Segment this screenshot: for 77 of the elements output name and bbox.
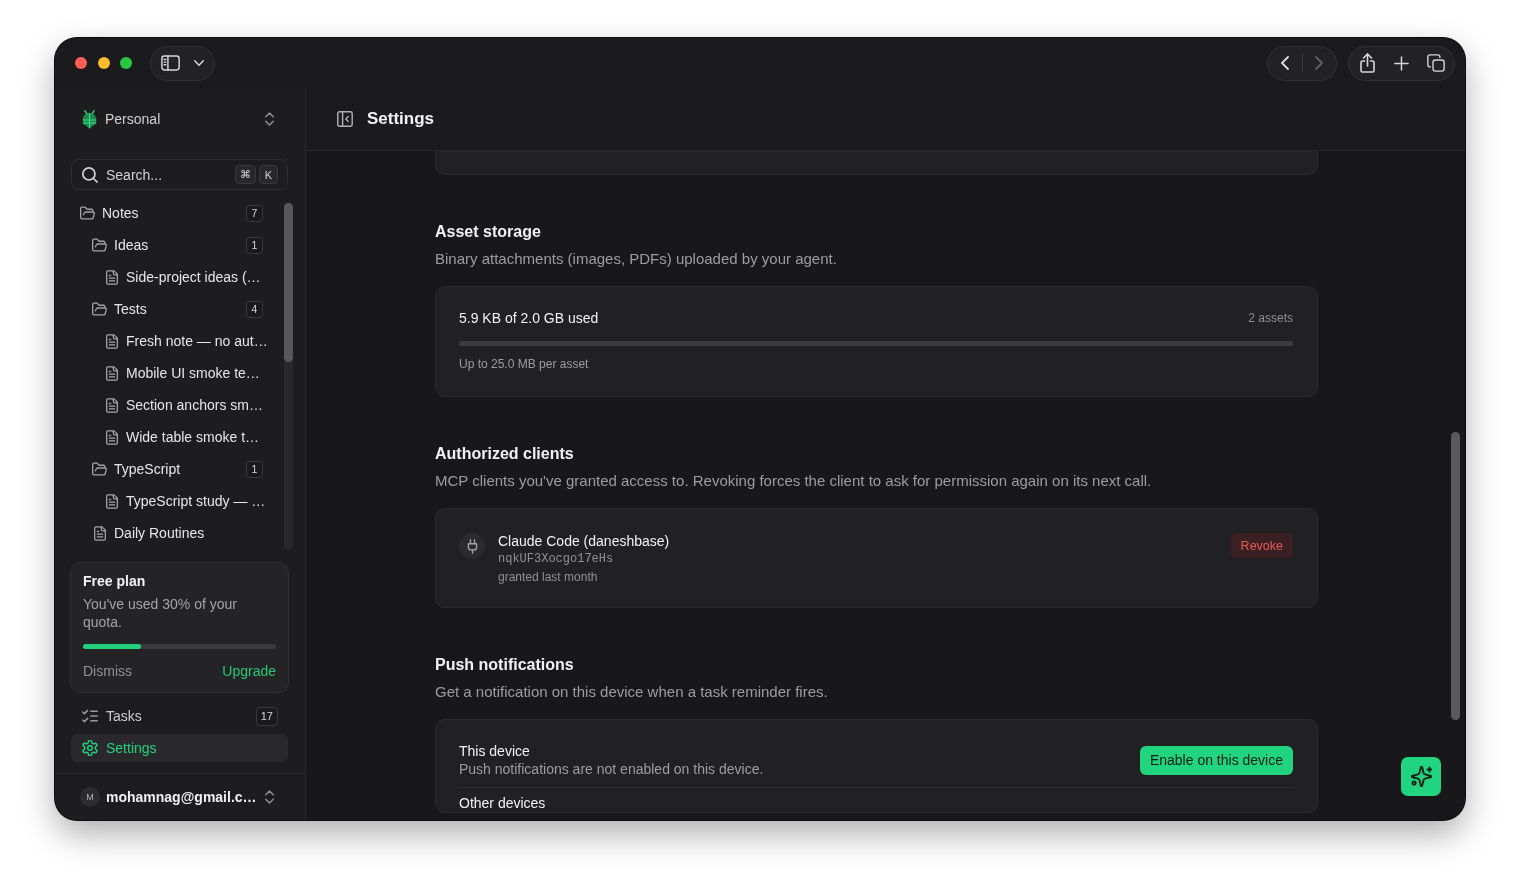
revoke-button[interactable]: Revoke: [1230, 533, 1293, 558]
client-id: nqkUF3Xocgo17eHs: [498, 551, 614, 568]
share-icon: [1359, 53, 1375, 73]
plus-icon: [1394, 55, 1409, 71]
count-badge: 1: [246, 460, 263, 478]
tree-item[interactable]: Notes 7: [71, 197, 278, 229]
copy-icon: [1426, 54, 1445, 72]
file-icon: [105, 493, 118, 509]
asset-count: 2 assets: [1248, 311, 1293, 325]
shortcut-key: ⌘: [235, 165, 256, 184]
sidebar-toggle-button[interactable]: [150, 45, 215, 81]
tree-item[interactable]: Side-project ideas (…: [71, 261, 278, 293]
window-minimize-button[interactable]: [97, 57, 110, 69]
account-switcher[interactable]: M mohamnag@gmail.c…: [55, 773, 305, 820]
window-zoom-button[interactable]: [120, 57, 132, 69]
file-icon: [105, 429, 118, 445]
tree-item[interactable]: Wide table smoke t…: [71, 421, 278, 453]
plan-title: Free plan: [83, 572, 147, 590]
chevrons-up-down-icon: [265, 112, 274, 126]
chevron-right-icon: [1314, 56, 1323, 70]
scrollbar-thumb[interactable]: [284, 203, 293, 362]
workspace-switcher[interactable]: Personal: [55, 88, 305, 150]
dismiss-button[interactable]: Dismiss: [83, 662, 132, 680]
granted-text: granted last month: [498, 569, 598, 586]
plug-icon: [459, 533, 485, 559]
sidebar-item[interactable]: Settings: [71, 734, 288, 762]
logo-icon: [82, 109, 97, 129]
section-heading: Authorized clients: [435, 444, 575, 464]
file-icon: [105, 333, 118, 349]
chevrons-up-down-icon: [265, 790, 274, 804]
tree-item[interactable]: TypeScript study — …: [71, 485, 278, 517]
count-badge: 7: [246, 204, 263, 222]
tree-item[interactable]: Daily Routines: [71, 517, 278, 549]
tree-item[interactable]: Tests 4: [71, 293, 278, 325]
tree-item[interactable]: Fresh note — no aut…: [71, 325, 278, 357]
count-badge: 1: [246, 236, 263, 254]
search-field[interactable]: Search... ⌘ K: [71, 159, 288, 190]
file-icon: [105, 365, 118, 381]
tree-item[interactable]: Ideas 1: [71, 229, 278, 261]
shortcut-key: K: [259, 165, 278, 184]
window-close-button[interactable]: [75, 57, 87, 69]
subsection-heading: Other devices: [459, 794, 547, 812]
section-heading: Asset storage: [435, 222, 542, 242]
usage-text: 5.9 KB of 2.0 GB used: [459, 310, 599, 326]
count-badge: 4: [246, 300, 263, 318]
file-icon: [93, 525, 106, 541]
chevron-left-icon: [1281, 56, 1290, 70]
section-description: Get a notification on this device when a task reminder fires.: [435, 682, 829, 702]
client-name: Claude Code (daneshbase): [498, 532, 670, 550]
section-heading: Push notifications: [435, 655, 575, 675]
avatar: M: [80, 787, 100, 807]
section-description: Binary attachments (images, PDFs) uploaded by your agent.: [435, 249, 838, 269]
scrollbar-thumb[interactable]: [1451, 432, 1460, 720]
device-title: This device: [459, 742, 530, 760]
sidebar-item[interactable]: Tasks 17: [71, 702, 288, 730]
count-badge: 17: [255, 706, 278, 726]
upgrade-button[interactable]: Upgrade: [222, 662, 276, 680]
assistant-button[interactable]: [1401, 757, 1441, 796]
search-icon: [82, 166, 98, 183]
device-status: Push notifications are not enabled on this device.: [459, 760, 764, 778]
tree-item[interactable]: Section anchors sm…: [71, 389, 278, 421]
checklist-icon: [82, 708, 98, 724]
file-icon: [105, 397, 118, 413]
search-input[interactable]: Search...: [106, 166, 227, 183]
sparkle-icon: [1410, 766, 1432, 787]
settings-icon: [82, 740, 98, 756]
sidebar-collapse-icon: [337, 111, 353, 127]
sidebar-icon: [161, 55, 180, 71]
tree-item[interactable]: Mobile UI smoke te…: [71, 357, 278, 389]
file-icon: [105, 269, 118, 285]
plan-description: You've used 30% of your quota.: [83, 595, 238, 631]
size-limit-text: Up to 25.0 MB per asset: [459, 356, 590, 372]
tree-item[interactable]: TypeScript 1: [71, 453, 278, 485]
page-title: Settings: [367, 109, 435, 129]
section-description: MCP clients you've granted access to. Revoking forces the client to ask for permission again on its next call.: [435, 471, 1153, 491]
caret-down-icon: [194, 60, 204, 66]
enable-button[interactable]: Enable on this device: [1139, 745, 1293, 775]
